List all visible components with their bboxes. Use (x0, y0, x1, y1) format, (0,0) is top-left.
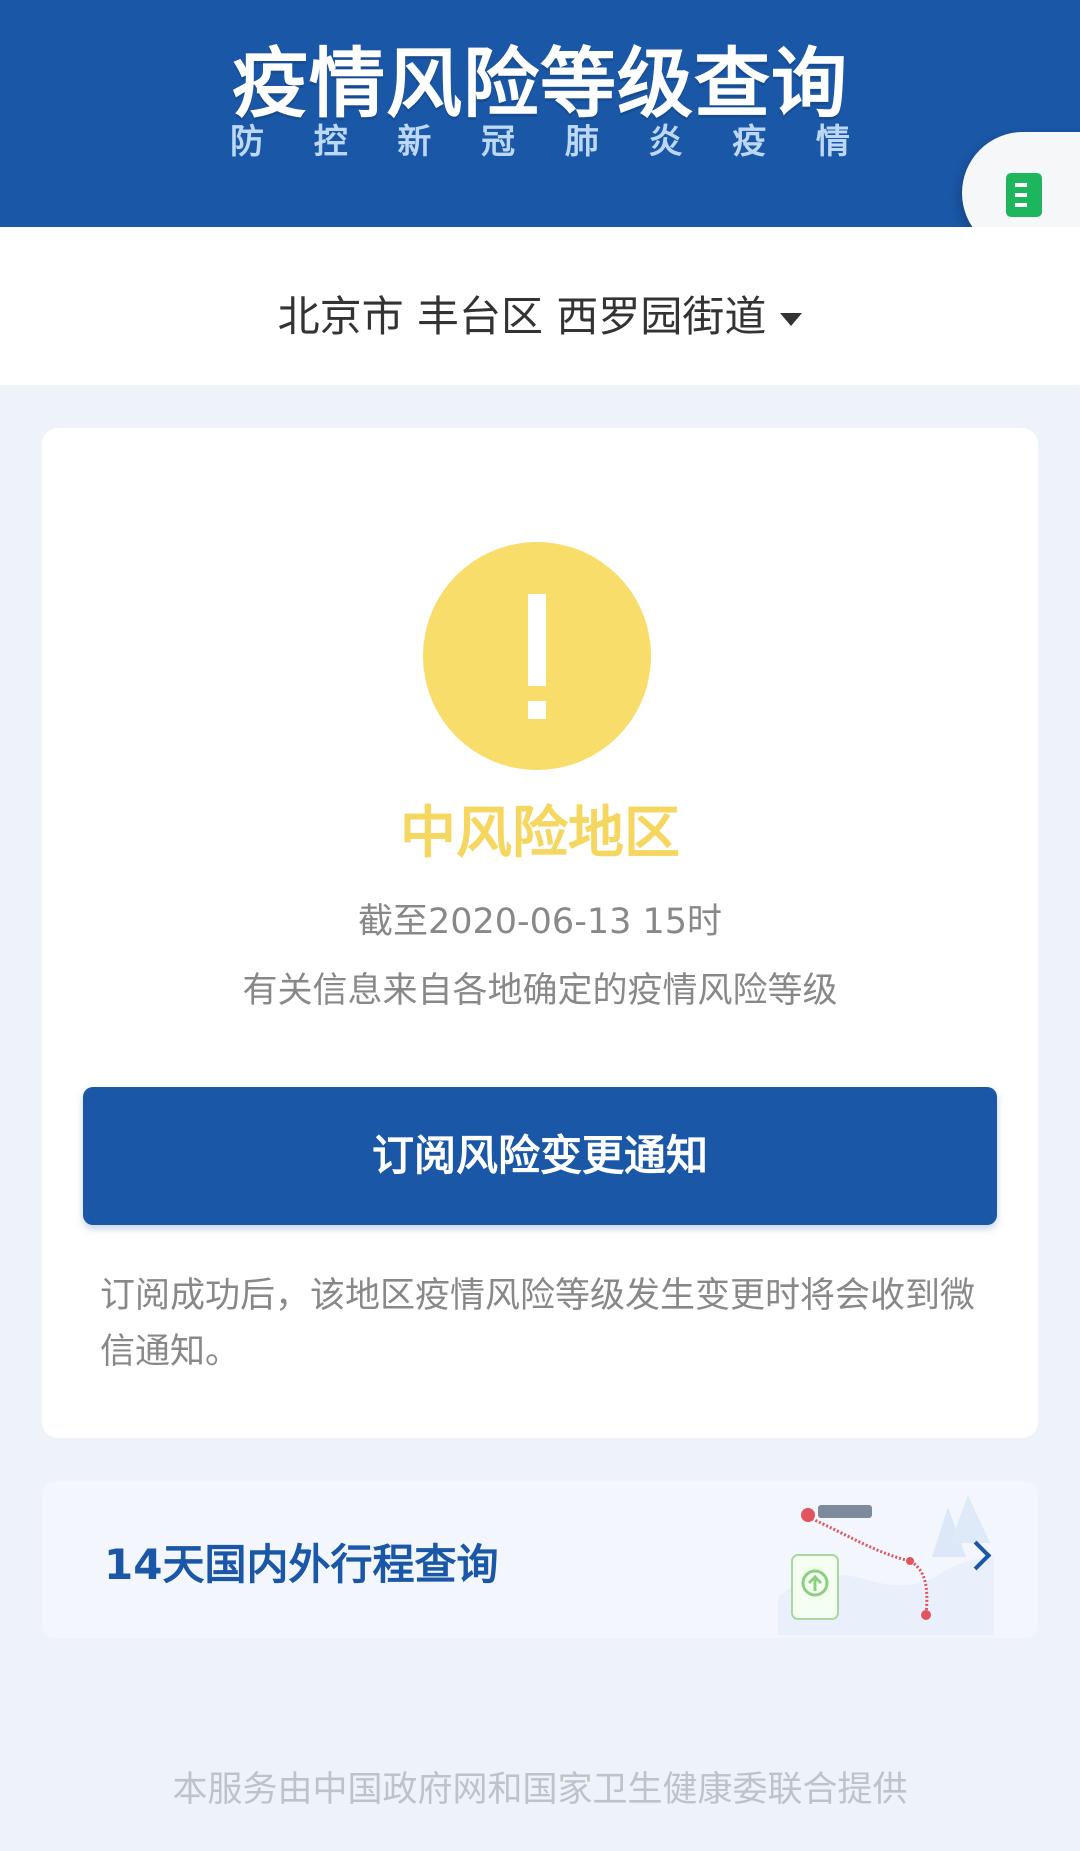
service-footer: 本服务由中国政府网和国家卫生健康委联合提供 (172, 1770, 908, 1810)
location-selector[interactable]: 北京市 丰台区 西罗园街道 (0, 227, 1080, 385)
caret-down-icon (780, 313, 803, 326)
subtitle-char: 炎 (648, 122, 683, 162)
page-subtitle: 防 控 新 冠 肺 炎 疫 情 (230, 114, 850, 163)
exclamation-dot (528, 701, 546, 719)
as-of-time: 截至2020-06-13 15时 (357, 902, 723, 942)
subtitle-char: 肺 (564, 122, 599, 162)
source-note: 有关信息来自各地确定的疫情风险等级 (242, 971, 838, 1011)
warning-icon (423, 542, 651, 770)
trip-query-label: 14天国内外行程查询 (104, 1540, 499, 1589)
subscribe-note: 订阅成功后，该地区疫情风险等级发生变更时将会收到微信通知。 (100, 1276, 976, 1372)
subtitle-char: 冠 (481, 122, 516, 162)
subtitle-char: 情 (815, 122, 850, 162)
location-picker[interactable]: 北京市 丰台区 西罗园街道 (0, 283, 1080, 344)
route-map-illustration (778, 1495, 994, 1635)
risk-status-card: 中风险地区 截至2020-06-13 15时 有关信息来自各地确定的疫情风险等级… (42, 428, 1038, 1438)
subtitle-char: 新 (397, 122, 432, 162)
document-icon (1006, 173, 1042, 217)
risk-level-label: 中风险地区 (400, 801, 680, 866)
subtitle-char: 控 (313, 122, 348, 162)
subtitle-char: 防 (230, 122, 264, 162)
exclamation-bar (528, 594, 546, 686)
location-text: 北京市 丰台区 西罗园街道 (277, 292, 767, 341)
subscribe-button[interactable]: 订阅风险变更通知 (83, 1087, 997, 1225)
page-header: 疫情风险等级查询 防 控 新 冠 肺 炎 疫 情 (0, 0, 1080, 254)
subtitle-char: 疫 (732, 122, 767, 162)
trip-query-card[interactable]: 14天国内外行程查询 (42, 1481, 1038, 1638)
